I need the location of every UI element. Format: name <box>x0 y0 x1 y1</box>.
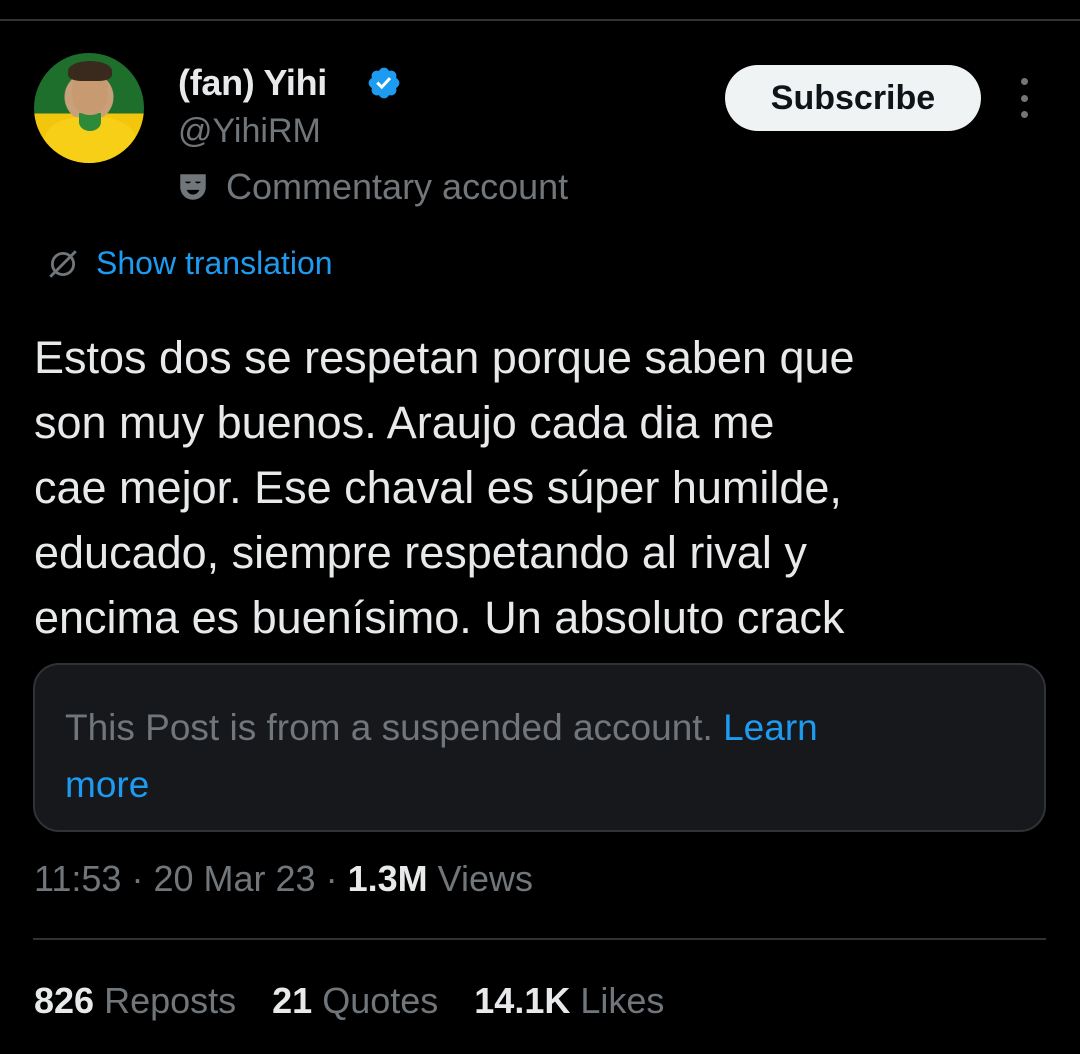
more-dot <box>1020 111 1028 118</box>
commentary-account-label: Commentary account <box>226 166 569 207</box>
more-options-button[interactable] <box>1008 78 1040 118</box>
reposts-count: 826 <box>34 980 95 1021</box>
reposts-stat[interactable]: 826 Reposts <box>34 980 236 1022</box>
suspended-notice-text: This Post is from a suspended account. L… <box>65 699 1014 813</box>
views-count: 1.3M <box>347 858 428 899</box>
show-translation-label: Show translation <box>96 245 333 281</box>
quotes-count: 21 <box>272 980 313 1021</box>
handle[interactable]: @YihiRM <box>178 112 321 151</box>
avatar-collar <box>79 113 101 131</box>
learn-more-link-continued[interactable]: more <box>65 764 149 805</box>
tweet-line: encima es buenísimo. Un absoluto crack <box>34 592 845 643</box>
stats-divider <box>33 938 1046 940</box>
engagement-stats: 826 Reposts 21 Quotes 14.1K Likes <box>34 980 700 1022</box>
avatar[interactable] <box>34 53 144 163</box>
meta-separator: · <box>325 858 338 899</box>
display-name[interactable]: (fan) Yihi <box>178 62 327 104</box>
quotes-label: Quotes <box>322 980 439 1021</box>
tweet-meta: 11:53 · 20 Mar 23 · 1.3M Views <box>34 858 533 900</box>
show-translation-link[interactable]: Show translation <box>46 245 333 282</box>
likes-stat[interactable]: 14.1K Likes <box>474 980 664 1022</box>
meta-separator: · <box>131 858 144 899</box>
quotes-stat[interactable]: 21 Quotes <box>272 980 438 1022</box>
tweet-text: Estos dos se respetan porque saben que s… <box>34 325 1034 650</box>
verified-badge-icon <box>368 67 400 99</box>
top-divider <box>0 19 1080 21</box>
notice-message: This Post is from a suspended account. <box>65 707 713 748</box>
globe-icon <box>49 249 77 278</box>
avatar-hair <box>68 61 112 81</box>
commentary-label-row: Commentary account <box>176 166 568 208</box>
tweet-line: son muy buenos. Araujo cada dia me <box>34 397 775 448</box>
likes-count: 14.1K <box>474 980 571 1021</box>
subscribe-button[interactable]: Subscribe <box>725 65 981 131</box>
views-label: Views <box>437 858 534 899</box>
learn-more-link[interactable]: Learn <box>723 707 818 748</box>
more-dot <box>1020 94 1028 102</box>
theater-mask-icon <box>180 174 206 200</box>
more-vertical-icon <box>1020 78 1028 85</box>
tweet-line: cae mejor. Ese chaval es súper humilde, <box>34 462 842 513</box>
tweet-line: educado, siempre respetando al rival y <box>34 527 807 578</box>
tweet-date[interactable]: 20 Mar 23 <box>153 858 315 899</box>
tweet-time[interactable]: 11:53 <box>34 858 121 899</box>
tweet-line: Estos dos se respetan porque saben que <box>34 332 855 383</box>
likes-label: Likes <box>580 980 665 1021</box>
reposts-label: Reposts <box>104 980 237 1021</box>
suspended-notice-card: This Post is from a suspended account. L… <box>33 663 1046 832</box>
